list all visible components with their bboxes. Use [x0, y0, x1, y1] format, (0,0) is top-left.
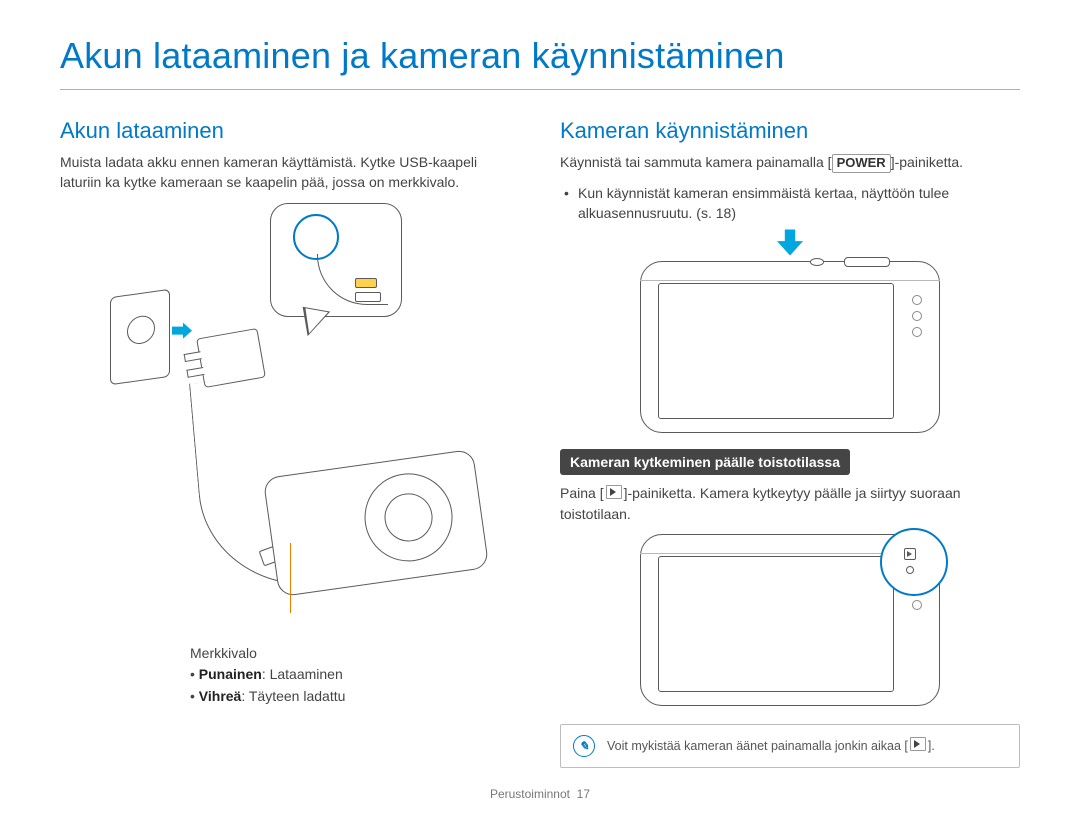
callout-bubble — [270, 203, 402, 317]
caption-red-key: Punainen — [199, 666, 262, 682]
caption-red: • Punainen: Lataaminen — [190, 664, 520, 686]
page-title: Akun lataaminen ja kameran käynnistämine… — [60, 35, 1020, 90]
heading-charging: Akun lataaminen — [60, 118, 520, 144]
note-post: ]. — [928, 739, 935, 753]
figure-camera-back-1 — [560, 261, 1020, 433]
arrow-right-icon — [172, 323, 192, 339]
camera-top-bar — [640, 261, 940, 281]
note-pre: Voit mykistää kameran äänet painamalla j… — [607, 739, 908, 753]
page-footer: Perustoiminnot 17 — [0, 787, 1080, 801]
note-text: Voit mykistää kameran äänet painamalla j… — [607, 737, 935, 756]
note-icon: ✎ — [573, 735, 595, 757]
playback-pre: Paina [ — [560, 485, 604, 501]
camera-screen — [658, 283, 894, 419]
caption-green: • Vihreä: Täyteen ladattu — [190, 686, 520, 708]
caption-red-rest: : Lataaminen — [262, 666, 343, 682]
shutter-button-icon — [844, 257, 890, 267]
column-power: Kameran käynnistäminen Käynnistä tai sam… — [560, 118, 1020, 768]
socket-highlight-icon — [293, 214, 339, 260]
intro-power: Käynnistä tai sammuta kamera painamalla … — [560, 152, 1020, 173]
intro-power-pre: Käynnistä tai sammuta kamera painamalla … — [560, 154, 832, 170]
playback-instruction: Paina []-painiketta. Kamera kytkeytyy pä… — [560, 483, 1020, 524]
two-column-layout: Akun lataaminen Muista ladata akku ennen… — [60, 118, 1020, 768]
footer-section-label: Perustoiminnot — [490, 787, 570, 801]
column-charging: Akun lataaminen Muista ladata akku ennen… — [60, 118, 520, 768]
bullet-first-start: Kun käynnistät kameran ensimmäistä kerta… — [578, 183, 1020, 224]
caption-label: Merkkivalo — [190, 643, 520, 665]
play-button-detail-icon — [880, 528, 948, 596]
figure-camera-back-2 — [560, 534, 1020, 706]
wall-outlet-icon — [110, 288, 170, 384]
led-caption: Merkkivalo • Punainen: Lataaminen • Vihr… — [190, 643, 520, 708]
side-controls-icon — [906, 289, 928, 343]
play-button-icon — [910, 737, 926, 751]
play-button-icon — [606, 485, 622, 499]
caption-green-rest: : Täyteen ladattu — [241, 688, 345, 704]
callout-bubble-tail — [298, 306, 330, 338]
intro-power-post: ]-painiketta. — [891, 154, 963, 170]
note-mute: ✎ Voit mykistää kameran äänet painamalla… — [560, 724, 1020, 768]
connector-plugs-icon — [355, 278, 383, 302]
figure-charging — [60, 203, 520, 633]
subheading-playback-mode: Kameran kytkeminen päälle toistotilassa — [560, 449, 850, 475]
manual-page: Akun lataaminen ja kameran käynnistämine… — [0, 0, 1080, 815]
heading-power: Kameran käynnistäminen — [560, 118, 1020, 144]
camera-screen — [658, 556, 894, 692]
intro-charging: Muista ladata akku ennen kameran käyttäm… — [60, 152, 520, 193]
caption-green-key: Vihreä — [199, 688, 242, 704]
led-pointer-line — [290, 543, 291, 613]
arrow-down-icon — [777, 229, 803, 255]
power-key-label: POWER — [832, 154, 891, 173]
footer-page-number: 17 — [577, 787, 590, 801]
